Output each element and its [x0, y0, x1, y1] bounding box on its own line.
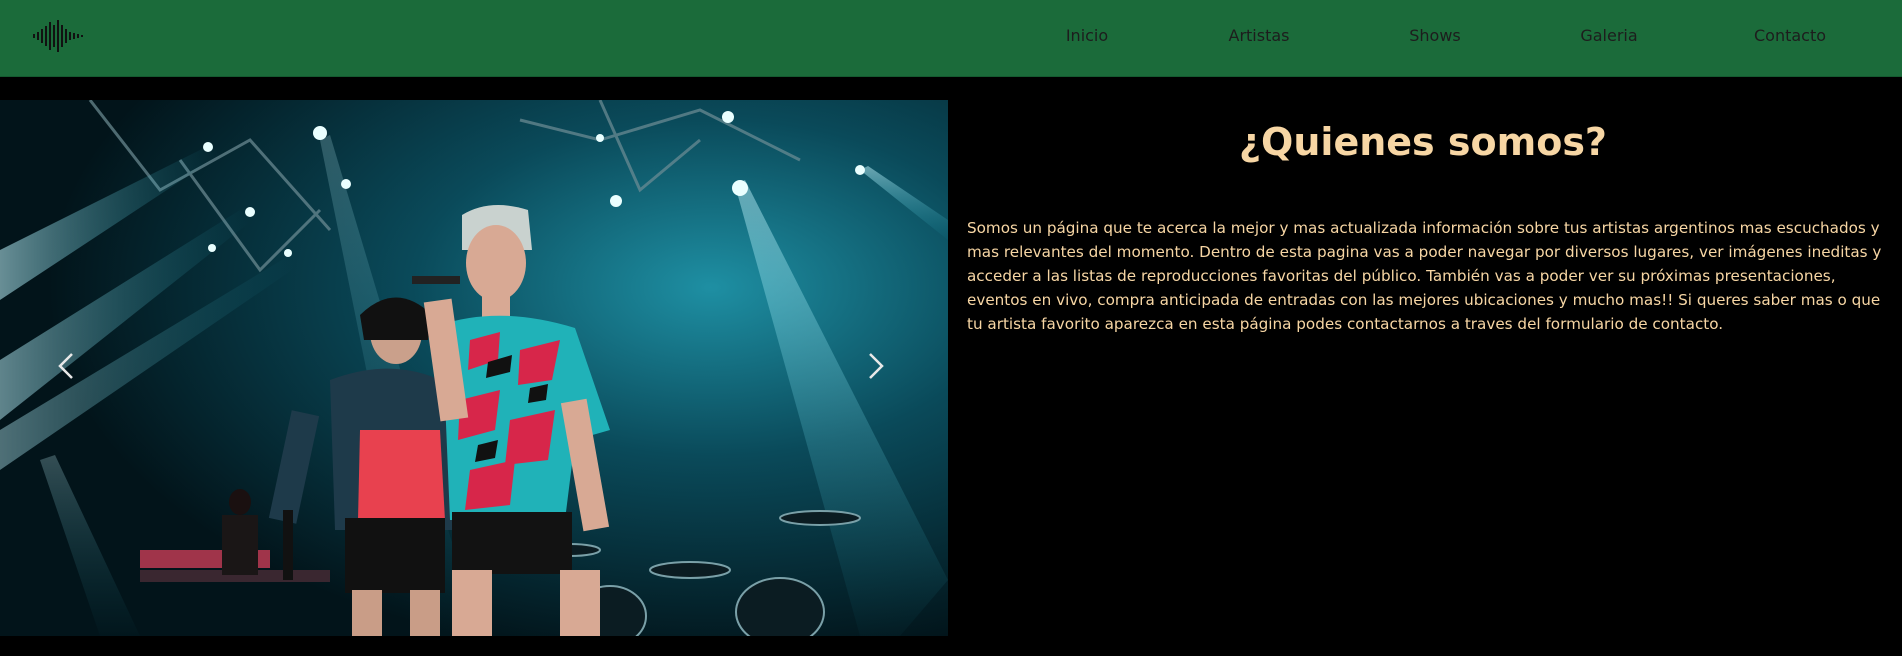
carousel-photo — [0, 100, 948, 636]
nav-link-contacto[interactable]: Contacto — [1754, 26, 1826, 45]
about-title: ¿Quienes somos? — [1239, 120, 1607, 164]
navbar: Inicio Artistas Shows Galeria Contacto — [0, 0, 1902, 77]
chevron-right-icon[interactable] — [856, 346, 896, 386]
nav-link-shows[interactable]: Shows — [1409, 26, 1461, 45]
about-paragraph: Somos un página que te acerca la mejor y… — [967, 219, 1882, 333]
nav-link-artistas[interactable]: Artistas — [1229, 26, 1290, 45]
nav-link-galeria[interactable]: Galeria — [1580, 26, 1637, 45]
about-section: ¿Quienes somos? Somos un página que te a… — [948, 100, 1902, 636]
chevron-left-icon[interactable] — [46, 346, 86, 386]
image-carousel[interactable] — [0, 100, 948, 636]
nav-link-inicio[interactable]: Inicio — [1066, 26, 1108, 45]
main-nav: Inicio Artistas Shows Galeria Contacto — [0, 0, 1902, 76]
